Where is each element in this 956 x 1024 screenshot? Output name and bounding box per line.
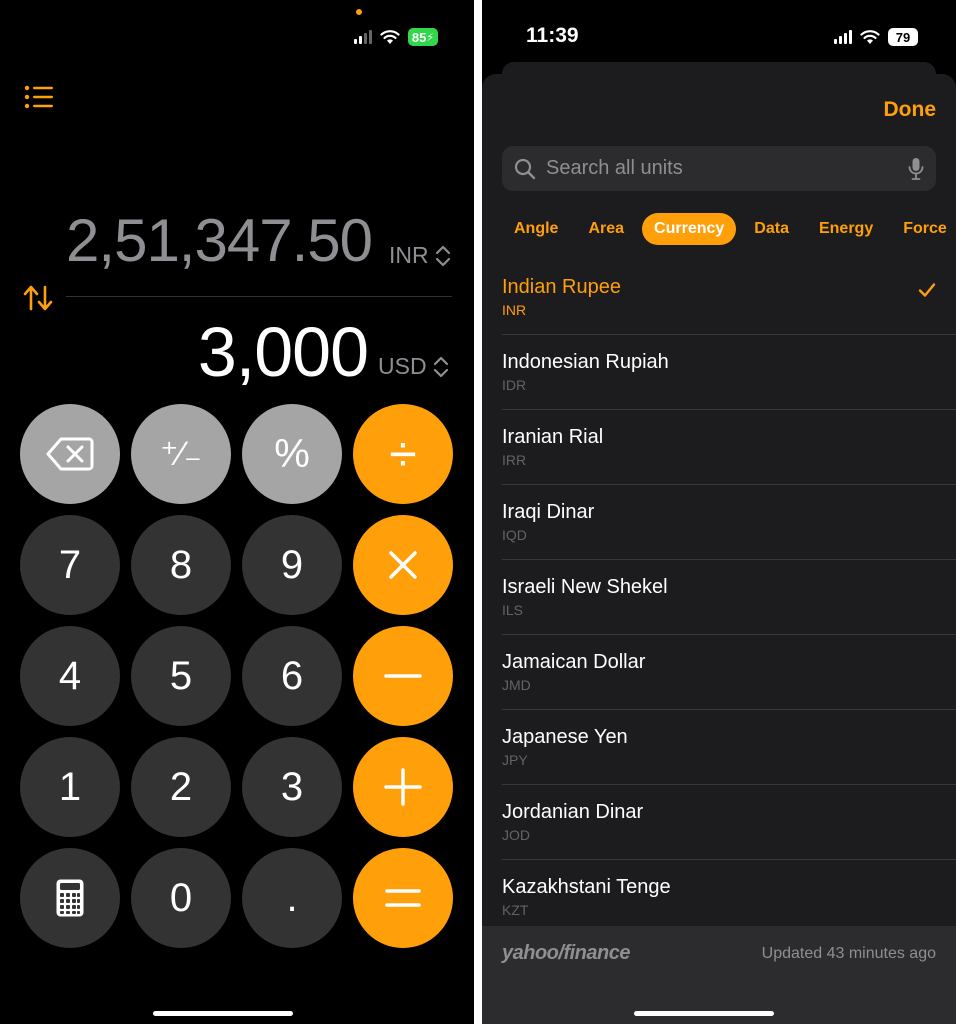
status-bar: 85 ⚡: [354, 28, 438, 46]
primary-unit-selector[interactable]: USD: [378, 353, 449, 380]
currency-name: Iraqi Dinar: [502, 501, 595, 523]
yahoo-finance-logo: yahoo/finance: [502, 942, 630, 964]
digit-7-button[interactable]: 7: [20, 515, 120, 615]
equals-button[interactable]: [353, 848, 453, 948]
currency-row-jpy[interactable]: Japanese Yen JPY: [502, 710, 956, 785]
currency-name: Indian Rupee: [502, 276, 621, 298]
backspace-icon: [46, 437, 94, 471]
digit-1-button[interactable]: 1: [20, 737, 120, 837]
wifi-icon: [380, 30, 400, 44]
multiply-icon: [389, 551, 417, 579]
battery-indicator: 79: [888, 28, 918, 46]
battery-indicator: 85 ⚡: [408, 28, 438, 46]
battery-level: 79: [895, 29, 911, 45]
done-button[interactable]: Done: [884, 98, 937, 122]
calculator-mode-button[interactable]: [20, 848, 120, 948]
currency-row-kzt[interactable]: Kazakhstani Tenge KZT: [502, 860, 956, 935]
digit-2-button[interactable]: 2: [131, 737, 231, 837]
currency-row-inr[interactable]: Indian Rupee INR: [502, 260, 956, 335]
currency-row-irr[interactable]: Iranian Rial IRR: [502, 410, 956, 485]
input-value: 3,000: [197, 313, 369, 391]
category-tabs: Angle Area Currency Data Energy Force: [502, 212, 956, 246]
currency-name: Kazakhstani Tenge: [502, 876, 671, 898]
chevron-up-down-icon: [435, 245, 450, 266]
currency-row-ils[interactable]: Israeli New Shekel ILS: [502, 560, 956, 635]
converted-value: 2,51,347.50: [66, 207, 373, 274]
percent-button[interactable]: %: [242, 404, 342, 504]
privacy-indicator: [356, 9, 362, 15]
currency-name: Japanese Yen: [502, 726, 628, 748]
tab-currency[interactable]: Currency: [642, 213, 737, 245]
currency-code: JPY: [502, 752, 528, 768]
status-bar: 79: [834, 28, 918, 46]
digit-9-button[interactable]: 9: [242, 515, 342, 615]
currency-row-jod[interactable]: Jordanian Dinar JOD: [502, 785, 956, 860]
swap-arrows-icon[interactable]: [22, 284, 54, 312]
currency-code: IRR: [502, 452, 527, 468]
calculator-screen: 85 ⚡ 2,51,347.50 INR 3,000 USD ⁺∕₋ % ÷ 7…: [0, 0, 474, 1024]
currency-name: Iranian Rial: [502, 426, 604, 448]
minus-button[interactable]: [353, 626, 453, 726]
currency-code: JMD: [502, 677, 531, 693]
currency-code: INR: [502, 302, 527, 318]
search-icon: [514, 158, 536, 179]
currency-name: Jamaican Dollar: [502, 651, 646, 673]
unit-picker-screen: 11:39 79 Done Search all units Angle Are…: [482, 0, 956, 1024]
microphone-icon[interactable]: [908, 157, 924, 181]
plus-button[interactable]: [353, 737, 453, 837]
cellular-signal-icon: [354, 30, 372, 44]
currency-row-jmd[interactable]: Jamaican Dollar JMD: [502, 635, 956, 710]
currency-code: ILS: [502, 602, 524, 618]
currency-code: JOD: [502, 827, 530, 843]
digit-6-button[interactable]: 6: [242, 626, 342, 726]
backspace-button[interactable]: [20, 404, 120, 504]
tab-data[interactable]: Data: [742, 213, 801, 245]
search-placeholder: Search all units: [546, 157, 683, 179]
tab-angle[interactable]: Angle: [502, 213, 570, 245]
tab-energy[interactable]: Energy: [807, 213, 885, 245]
currency-name: Indonesian Rupiah: [502, 351, 669, 373]
cellular-signal-icon: [834, 30, 852, 44]
search-field[interactable]: Search all units: [502, 146, 936, 191]
currency-name: Israeli New Shekel: [502, 576, 668, 598]
battery-level: 85: [411, 29, 427, 45]
minus-icon: [384, 674, 422, 678]
unit-picker-sheet: Done Search all units Angle Area Currenc…: [482, 74, 956, 1024]
status-time: 11:39: [526, 24, 579, 47]
digit-4-button[interactable]: 4: [20, 626, 120, 726]
home-indicator[interactable]: [153, 1011, 293, 1016]
tab-force[interactable]: Force: [891, 213, 956, 245]
last-updated-text: Updated 43 minutes ago: [761, 945, 936, 962]
divider: [66, 296, 452, 297]
equals-icon: [385, 889, 421, 907]
tab-area[interactable]: Area: [576, 213, 636, 245]
chevron-up-down-icon: [433, 356, 448, 377]
checkmark-icon: [918, 283, 936, 297]
currency-code: IQD: [502, 527, 527, 543]
home-indicator[interactable]: [634, 1011, 774, 1016]
digit-0-button[interactable]: 0: [131, 848, 231, 948]
currency-list: Indian Rupee INR Indonesian Rupiah IDR I…: [502, 260, 956, 935]
digit-3-button[interactable]: 3: [242, 737, 342, 837]
currency-code: IDR: [502, 377, 527, 393]
digit-5-button[interactable]: 5: [131, 626, 231, 726]
calculator-icon: [56, 879, 84, 917]
secondary-unit-label: INR: [389, 242, 429, 268]
wifi-icon: [860, 30, 880, 44]
digit-8-button[interactable]: 8: [131, 515, 231, 615]
divide-button[interactable]: ÷: [353, 404, 453, 504]
currency-name: Jordanian Dinar: [502, 801, 644, 823]
currency-code: KZT: [502, 902, 529, 918]
plus-minus-button[interactable]: ⁺∕₋: [131, 404, 231, 504]
decimal-button[interactable]: .: [242, 848, 342, 948]
plus-icon: [384, 768, 422, 806]
currency-row-iqd[interactable]: Iraqi Dinar IQD: [502, 485, 956, 560]
list-icon[interactable]: [24, 84, 54, 110]
currency-row-idr[interactable]: Indonesian Rupiah IDR: [502, 335, 956, 410]
attribution-footer: yahoo/finance Updated 43 minutes ago: [482, 926, 956, 1024]
multiply-button[interactable]: [353, 515, 453, 615]
secondary-unit-selector[interactable]: INR: [389, 242, 451, 269]
primary-unit-label: USD: [378, 353, 427, 379]
